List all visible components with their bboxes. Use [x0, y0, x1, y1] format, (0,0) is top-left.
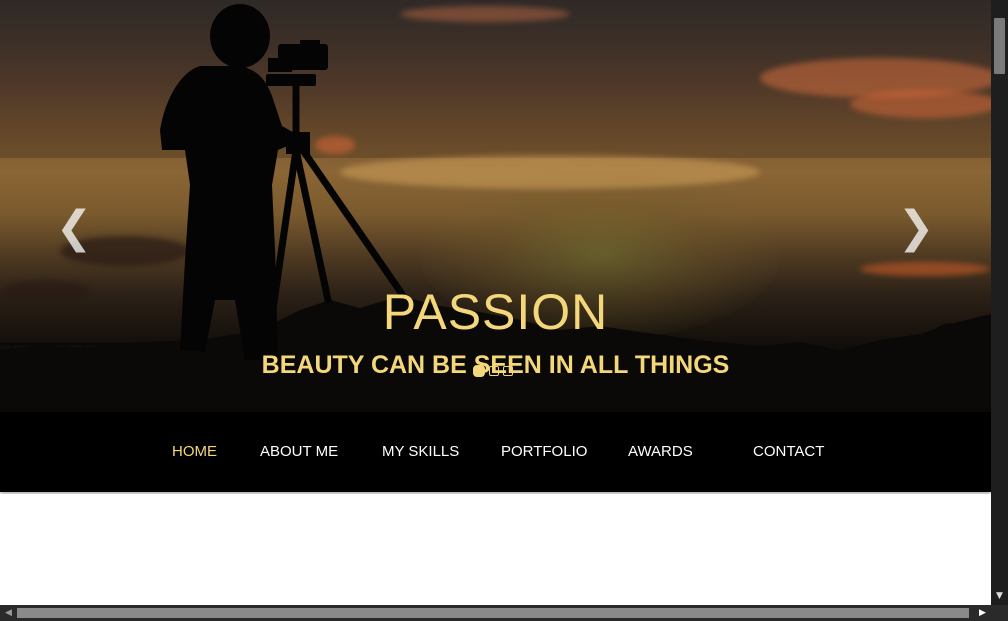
vertical-scrollbar[interactable]: ▼ [991, 0, 1008, 605]
slider-prev-arrow-icon[interactable]: ❮ [54, 200, 94, 256]
vertical-scrollbar-thumb[interactable] [994, 18, 1005, 74]
scroll-left-arrow-icon[interactable]: ◀ [0, 605, 17, 621]
main-navigation: HOME ABOUT ME MY SKILLS PORTFOLIO AWARDS… [0, 412, 991, 492]
scrollbar-corner [991, 605, 1008, 621]
nav-item-contact[interactable]: CONTACT [753, 442, 824, 462]
nav-item-my-skills[interactable]: MY SKILLS [382, 442, 459, 462]
nav-item-awards[interactable]: AWARDS [628, 442, 693, 462]
scroll-down-arrow-icon[interactable]: ▼ [991, 588, 1008, 605]
horizontal-scrollbar[interactable]: ◀ ▶ [0, 605, 991, 621]
hero-slider: ❮ ❯ PASSION BEAUTY CAN BE SEEN IN ALL TH… [0, 0, 991, 412]
page-content-area [0, 494, 991, 605]
nav-item-home[interactable]: HOME [172, 442, 217, 462]
horizontal-scrollbar-thumb[interactable] [17, 608, 969, 618]
slider-indicator-3[interactable] [503, 366, 513, 376]
scroll-right-arrow-icon[interactable]: ▶ [974, 605, 991, 621]
slider-next-arrow-icon[interactable]: ❯ [896, 200, 936, 256]
slide-title: PASSION [382, 284, 609, 340]
slider-indicator-1[interactable] [473, 365, 485, 377]
nav-item-about-me[interactable]: ABOUT ME [260, 442, 338, 462]
page-viewport: ❮ ❯ PASSION BEAUTY CAN BE SEEN IN ALL TH… [0, 0, 991, 605]
nav-item-portfolio[interactable]: PORTFOLIO [501, 442, 587, 462]
slider-indicator-2[interactable] [489, 366, 499, 376]
slider-indicators [473, 365, 513, 377]
